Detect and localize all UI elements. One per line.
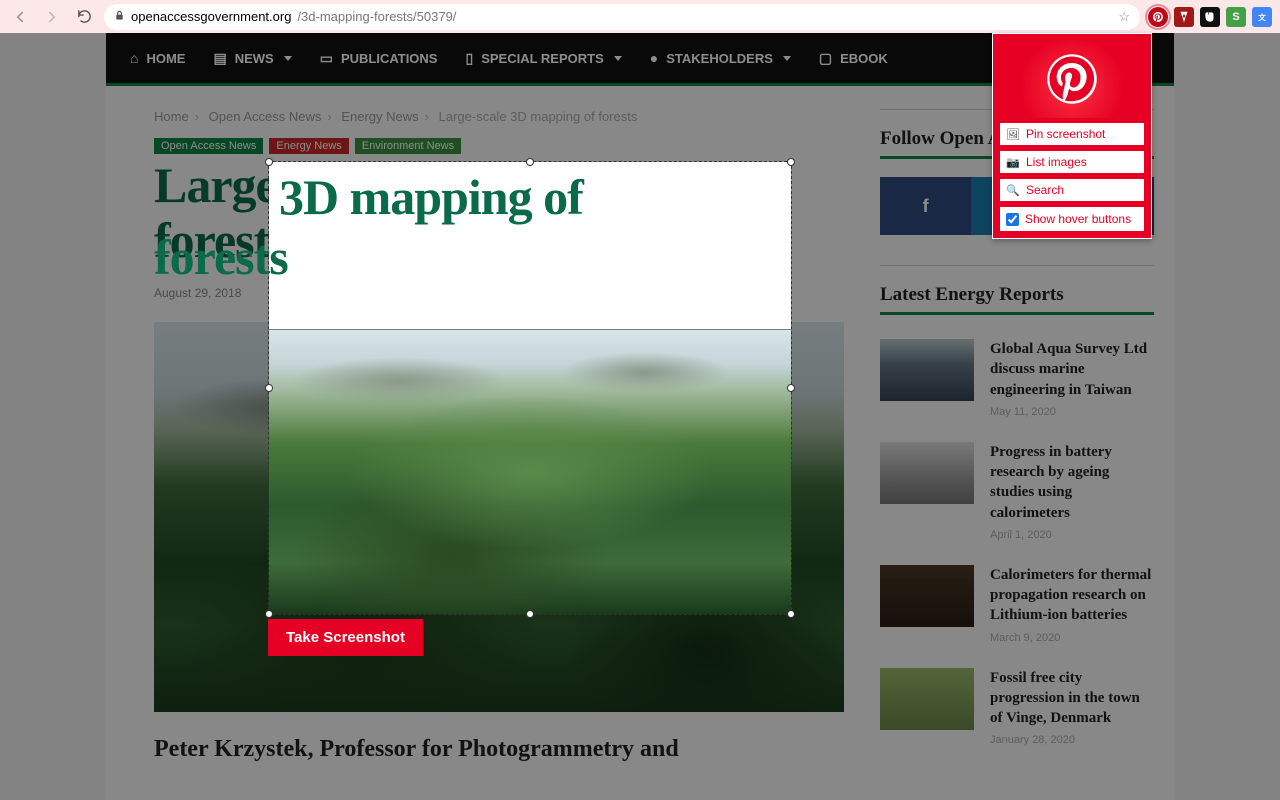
lock-icon xyxy=(114,9,125,25)
resize-handle-tl[interactable] xyxy=(265,158,273,166)
resize-handle-tm[interactable] xyxy=(526,158,534,166)
pinterest-extension-icon[interactable] xyxy=(1148,7,1168,27)
pin-search-option[interactable]: 🔍 Search xyxy=(999,178,1145,202)
selection-title-fragment: 3D mapping of xyxy=(279,170,791,225)
hover-buttons-label: Show hover buttons xyxy=(1025,212,1131,226)
pin-screenshot-option[interactable]: 🖼 Pin screenshot xyxy=(999,122,1145,146)
photo-icon: 🖼 xyxy=(1006,128,1020,140)
resize-handle-bm[interactable] xyxy=(526,610,534,618)
list-images-option[interactable]: 📷 List images xyxy=(999,150,1145,174)
bookmark-star-icon[interactable]: ☆ xyxy=(1118,9,1130,25)
url-domain: openaccessgovernment.org xyxy=(131,9,291,24)
s-extension-icon[interactable]: S xyxy=(1226,7,1246,27)
hover-buttons-option[interactable]: Show hover buttons xyxy=(999,206,1145,232)
take-screenshot-button[interactable]: Take Screenshot xyxy=(268,619,423,656)
svg-text:文: 文 xyxy=(1258,11,1266,21)
hover-buttons-checkbox[interactable] xyxy=(1006,213,1019,226)
translate-extension-icon[interactable]: 文 xyxy=(1252,7,1272,27)
browser-toolbar: openaccessgovernment.org/3d-mapping-fore… xyxy=(0,0,1280,33)
screenshot-selection[interactable]: 3D mapping of forests xyxy=(268,161,792,615)
resize-handle-tr[interactable] xyxy=(787,158,795,166)
evernote-extension-icon[interactable] xyxy=(1200,7,1220,27)
url-path: /3d-mapping-forests/50379/ xyxy=(297,9,456,24)
resize-handle-mr[interactable] xyxy=(787,384,795,392)
resize-handle-bl[interactable] xyxy=(265,610,273,618)
selection-image-fragment xyxy=(269,330,791,614)
pinterest-logo xyxy=(999,40,1145,118)
pinterest-popup: 🖼 Pin screenshot 📷 List images 🔍 Search … xyxy=(992,33,1152,239)
resize-handle-br[interactable] xyxy=(787,610,795,618)
pin-search-label: Search xyxy=(1026,183,1064,197)
reload-button[interactable] xyxy=(72,5,96,29)
selection-title-fragment2: forests xyxy=(154,228,288,286)
resize-handle-ml[interactable] xyxy=(265,384,273,392)
adobe-extension-icon[interactable] xyxy=(1174,7,1194,27)
magnifier-icon: 🔍 xyxy=(1006,184,1020,196)
list-images-label: List images xyxy=(1026,155,1087,169)
back-button[interactable] xyxy=(8,5,32,29)
camera-icon: 📷 xyxy=(1006,156,1020,168)
pin-screenshot-label: Pin screenshot xyxy=(1026,127,1105,141)
forward-button[interactable] xyxy=(40,5,64,29)
address-bar[interactable]: openaccessgovernment.org/3d-mapping-fore… xyxy=(104,4,1140,30)
extension-icons: S 文 xyxy=(1148,7,1272,27)
